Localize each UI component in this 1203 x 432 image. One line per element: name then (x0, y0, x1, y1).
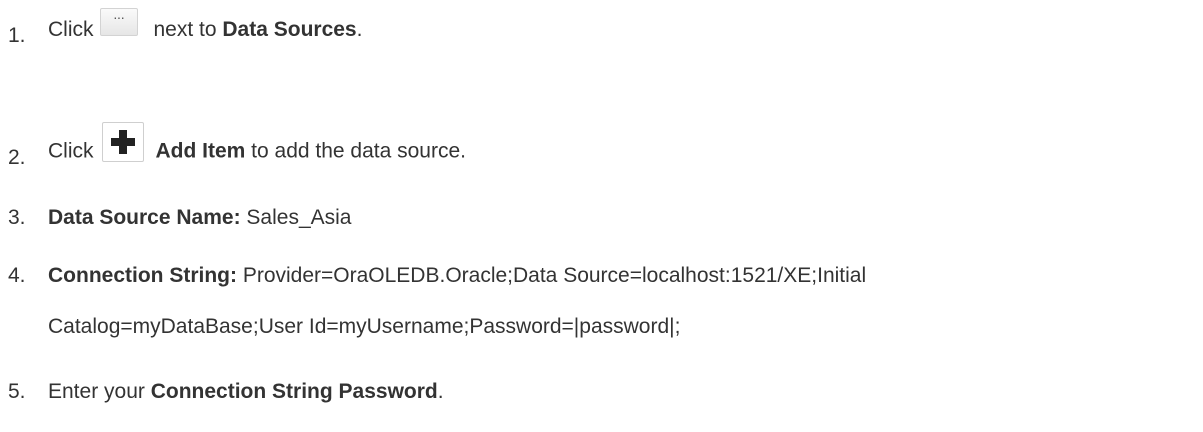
plus-icon (101, 122, 144, 162)
step-1: 1. Click··· next to Data Sources. (8, 8, 363, 47)
step-2: 2. Click Add Item to add the data source. (8, 122, 466, 172)
step-text: . (356, 18, 363, 41)
step-bold-text: Connection String Password (150, 380, 438, 403)
step-number: 4. (8, 264, 26, 287)
step-number: 2. (8, 145, 26, 169)
step-text: Click (48, 18, 94, 41)
step-3: 3. Data Source Name: Sales_Asia (8, 204, 351, 232)
step-text: Click (48, 139, 94, 163)
step-number: 1. (8, 24, 26, 47)
step-4: 4. Connection String: Provider=OraOLEDB.O… (8, 262, 866, 290)
step-number: 3. (8, 206, 26, 229)
step-text: next to (153, 18, 223, 41)
step-text: . (437, 380, 444, 403)
step-bold-text: Data Sources (222, 18, 357, 41)
step-text: Provider=OraOLEDB.Oracle;Data Source=loc… (236, 264, 867, 287)
step-bold-text: Connection String: (48, 264, 237, 287)
step-text: Enter your (48, 380, 151, 403)
step-bold-text: Add Item (155, 139, 246, 163)
step-text: to add the data source. (245, 139, 466, 163)
step-bold-text: Data Source Name: (48, 206, 241, 229)
step-4-continuation: Catalog=myDataBase;User Id=myUsername;Pa… (48, 315, 681, 338)
step-number: 5. (8, 380, 26, 403)
ellipsis-icon: ··· (99, 8, 138, 37)
step-5: 5. Enter your Connection String Password. (8, 378, 444, 406)
step-text: Sales_Asia (240, 206, 352, 229)
